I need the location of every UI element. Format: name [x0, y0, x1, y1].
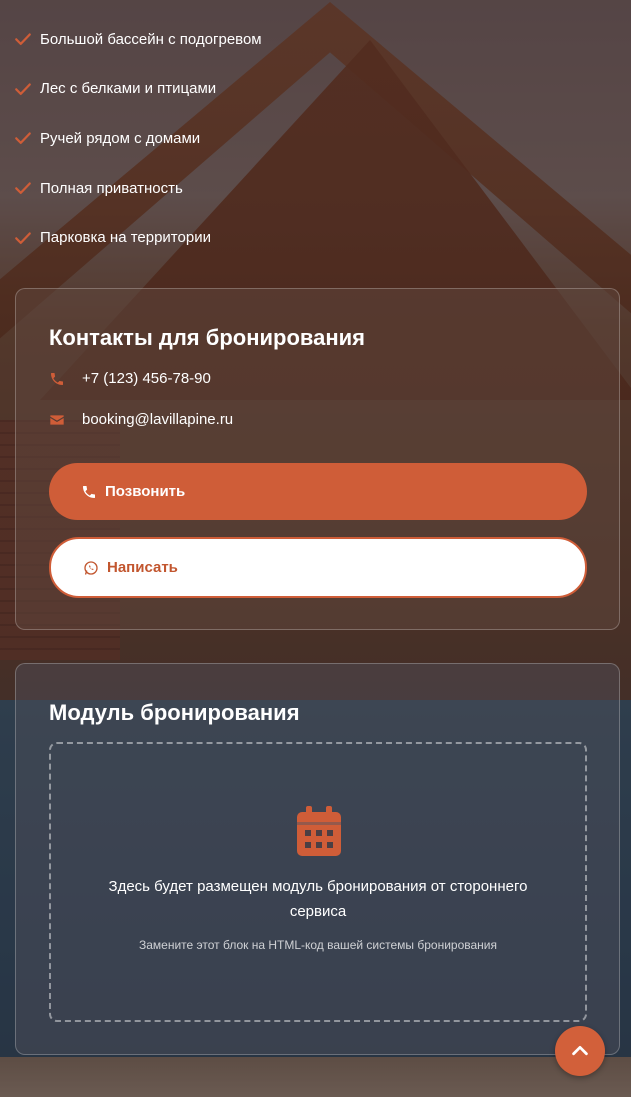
write-button-label: Написать [107, 559, 178, 576]
check-icon [15, 83, 31, 95]
whatsapp-icon [84, 560, 98, 575]
placeholder-hint: Замените этот блок на HTML-код вашей сис… [138, 938, 497, 952]
chevron-up-icon [572, 1045, 588, 1056]
phone-number[interactable]: +7 (123) 456-78-90 [82, 370, 211, 387]
check-icon [15, 132, 31, 145]
check-icon [15, 33, 31, 45]
contacts-title: Контакты для бронирования [49, 325, 366, 350]
envelope-icon [50, 414, 64, 425]
feature-text: Лес с белками и птицами [40, 80, 217, 98]
placeholder-message: Здесь будет размещен модуль бронирования… [108, 878, 528, 920]
feature-item: Полная приватность [14, 173, 262, 203]
feature-item: Лес с белками и птицами [14, 74, 262, 104]
feature-text: Ручей рядом с домами [40, 129, 201, 147]
feature-item: Большой бассейн с подогревом [14, 24, 262, 54]
email-address[interactable]: booking@lavillapine.ru [82, 411, 233, 428]
feature-text: Парковка на территории [40, 229, 211, 247]
feature-text: Полная приватность [40, 179, 183, 197]
calendar-icon [297, 806, 341, 856]
check-icon [15, 182, 31, 195]
booking-contacts-card: Контакты для бронирования +7 (123) 456-7… [15, 288, 620, 630]
scroll-top-button[interactable] [555, 1026, 605, 1076]
email-row[interactable]: booking@lavillapine.ru [49, 411, 233, 428]
feature-text: Большой бассейн с подогревом [40, 30, 262, 48]
phone-icon [51, 372, 63, 385]
module-title: Модуль бронирования [49, 700, 300, 725]
phone-row[interactable]: +7 (123) 456-78-90 [49, 370, 211, 387]
call-button[interactable]: Позвонить [49, 463, 587, 520]
feature-list: Большой бассейн с подогревом Лес с белка… [14, 24, 262, 272]
write-button[interactable]: Написать [49, 537, 587, 598]
check-icon [15, 232, 31, 244]
phone-icon [83, 485, 95, 498]
booking-placeholder: Здесь будет размещен модуль бронирования… [49, 742, 587, 1022]
feature-item: Ручей рядом с домами [14, 123, 262, 153]
call-button-label: Позвонить [105, 483, 186, 500]
booking-module-card: Модуль бронирования Здесь будет размещен… [15, 663, 620, 1055]
feature-item: Парковка на территории [14, 223, 262, 253]
